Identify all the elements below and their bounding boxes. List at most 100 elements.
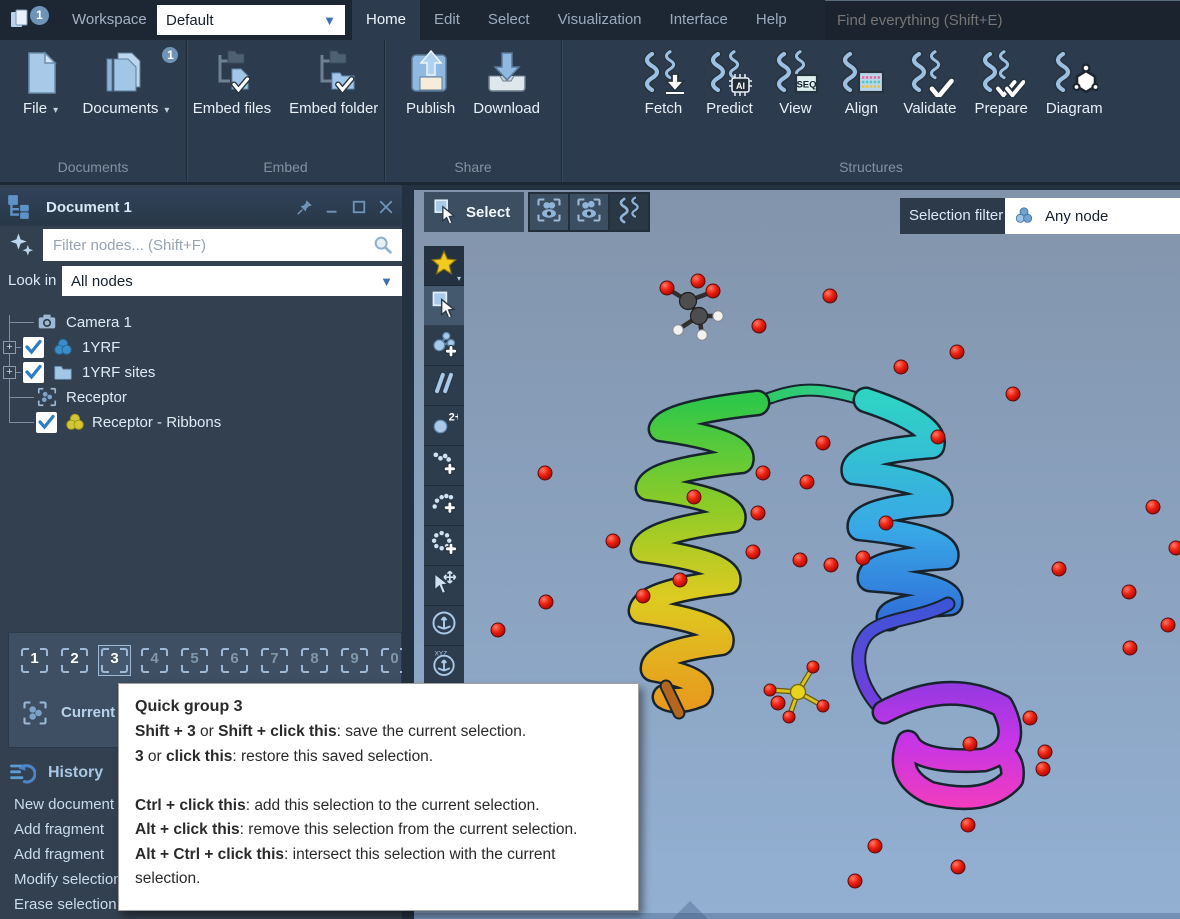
water-molecule[interactable] <box>751 506 765 520</box>
workspace-dropdown[interactable]: Default ▼ <box>157 5 345 35</box>
water-molecule[interactable] <box>848 874 862 888</box>
ribbon-button-align[interactable]: Align <box>828 49 894 117</box>
ribbon-button-view[interactable]: SEQView <box>762 49 828 117</box>
visibility-checkbox[interactable] <box>36 412 57 433</box>
tab-help[interactable]: Help <box>742 0 801 40</box>
tab-edit[interactable]: Edit <box>420 0 474 40</box>
water-molecule[interactable] <box>538 466 552 480</box>
tree-item-receptor[interactable]: Receptor <box>0 385 402 410</box>
quick-group-button-6[interactable]: 6 <box>219 646 250 675</box>
select-helices-button[interactable] <box>610 194 648 230</box>
select-residues-eye-button[interactable] <box>570 194 608 230</box>
water-molecule[interactable] <box>1146 500 1160 514</box>
water-molecule[interactable] <box>879 516 893 530</box>
water-molecule[interactable] <box>606 534 620 548</box>
add-atom-button[interactable] <box>424 326 464 366</box>
tree-item-1yrf-sites[interactable]: +1YRF sites <box>0 360 402 385</box>
add-ring-button[interactable] <box>424 526 464 566</box>
water-molecule[interactable] <box>752 319 766 333</box>
tab-interface[interactable]: Interface <box>656 0 742 40</box>
water-molecule[interactable] <box>1036 762 1050 776</box>
sparkle-icon[interactable] <box>8 231 36 259</box>
add-bond-button[interactable] <box>424 366 464 406</box>
visibility-checkbox[interactable] <box>23 337 44 358</box>
add-chain-button[interactable] <box>424 446 464 486</box>
water-molecule[interactable] <box>687 490 701 504</box>
water-molecule[interactable] <box>823 289 837 303</box>
search-icon[interactable] <box>372 234 394 256</box>
loop-green-teal[interactable] <box>755 390 866 404</box>
minimize-icon[interactable] <box>321 196 343 218</box>
filter-nodes-input[interactable] <box>43 229 402 261</box>
close-icon[interactable] <box>375 196 397 218</box>
tree-item-receptor-ribbons[interactable]: Receptor - Ribbons <box>0 410 402 435</box>
tab-select[interactable]: Select <box>474 0 544 40</box>
selection-filter-dropdown[interactable]: Any node <box>1005 198 1180 234</box>
maximize-icon[interactable] <box>348 196 370 218</box>
water-molecule[interactable] <box>1123 641 1137 655</box>
water-molecule[interactable] <box>673 573 687 587</box>
water-molecule[interactable] <box>951 860 965 874</box>
quick-group-button-3[interactable]: 3 <box>99 646 130 675</box>
select-atoms-eye-button[interactable] <box>530 194 568 230</box>
acetate-ligand[interactable] <box>660 281 723 340</box>
ribbon-button-embed-files[interactable]: Embed files <box>184 49 280 117</box>
add-ion-button[interactable]: 2+ <box>424 406 464 446</box>
search-input[interactable] <box>825 0 1180 40</box>
tab-visualization[interactable]: Visualization <box>544 0 656 40</box>
tree-expander[interactable]: + <box>3 366 16 379</box>
look-in-dropdown[interactable]: All nodes ▼ <box>62 266 402 296</box>
water-molecule[interactable] <box>824 558 838 572</box>
water-molecule[interactable] <box>1169 541 1180 555</box>
water-molecule[interactable] <box>1038 745 1052 759</box>
water-molecule[interactable] <box>793 553 807 567</box>
ribbon-button-file[interactable]: File▾ <box>8 49 74 117</box>
ribbon-button-fetch[interactable]: Fetch <box>630 49 696 117</box>
rotate-view-button[interactable] <box>424 606 464 646</box>
ribbon-button-diagram[interactable]: Diagram <box>1037 49 1112 117</box>
helix-magenta[interactable] <box>884 693 1013 797</box>
tab-home[interactable]: Home <box>352 0 420 40</box>
xyz-view-button[interactable]: XYZ <box>424 646 464 686</box>
water-molecule[interactable] <box>816 436 830 450</box>
water-molecule[interactable] <box>746 545 760 559</box>
water-molecule[interactable] <box>856 551 870 565</box>
ribbon-button-prepare[interactable]: Prepare <box>966 49 1037 117</box>
quick-group-button-5[interactable]: 5 <box>179 646 210 675</box>
water-molecule[interactable] <box>771 696 785 710</box>
water-molecule[interactable] <box>868 839 882 853</box>
water-molecule[interactable] <box>1023 711 1037 725</box>
add-path-button[interactable] <box>424 486 464 526</box>
quick-group-button-4[interactable]: 4 <box>139 646 170 675</box>
water-molecule[interactable] <box>1161 618 1175 632</box>
quick-group-button-9[interactable]: 9 <box>339 646 370 675</box>
favorites-button[interactable]: ▾ <box>424 246 464 286</box>
documents-stack-icon[interactable] <box>8 8 32 32</box>
move-tool-button[interactable] <box>424 566 464 606</box>
ribbon-button-validate[interactable]: Validate <box>894 49 965 117</box>
water-molecule[interactable] <box>539 595 553 609</box>
water-molecule[interactable] <box>961 818 975 832</box>
tree-item-camera-1[interactable]: Camera 1 <box>0 310 402 335</box>
quick-group-button-1[interactable]: 1 <box>19 646 50 675</box>
quick-group-button-7[interactable]: 7 <box>259 646 290 675</box>
water-molecule[interactable] <box>1052 562 1066 576</box>
helix-left-rainbow[interactable] <box>641 403 757 700</box>
water-molecule[interactable] <box>1122 585 1136 599</box>
water-molecule[interactable] <box>691 274 705 288</box>
pin-icon[interactable] <box>294 196 316 218</box>
quick-group-button-8[interactable]: 8 <box>299 646 330 675</box>
water-molecule[interactable] <box>894 360 908 374</box>
tree-expander[interactable]: + <box>3 341 16 354</box>
water-molecule[interactable] <box>800 475 814 489</box>
ribbon-button-predict[interactable]: AIPredict <box>696 49 762 117</box>
visibility-checkbox[interactable] <box>23 362 44 383</box>
water-molecule[interactable] <box>963 737 977 751</box>
ribbon-button-documents[interactable]: Documents▾1 <box>74 49 179 117</box>
ribbon-button-embed-folder[interactable]: Embed folder <box>280 49 387 117</box>
ribbon-button-download[interactable]: Download <box>464 49 549 117</box>
water-molecule[interactable] <box>756 466 770 480</box>
sulfate-ion[interactable] <box>764 661 829 723</box>
protein-ribbon[interactable] <box>641 390 1013 798</box>
select-tool-button[interactable] <box>424 286 464 326</box>
